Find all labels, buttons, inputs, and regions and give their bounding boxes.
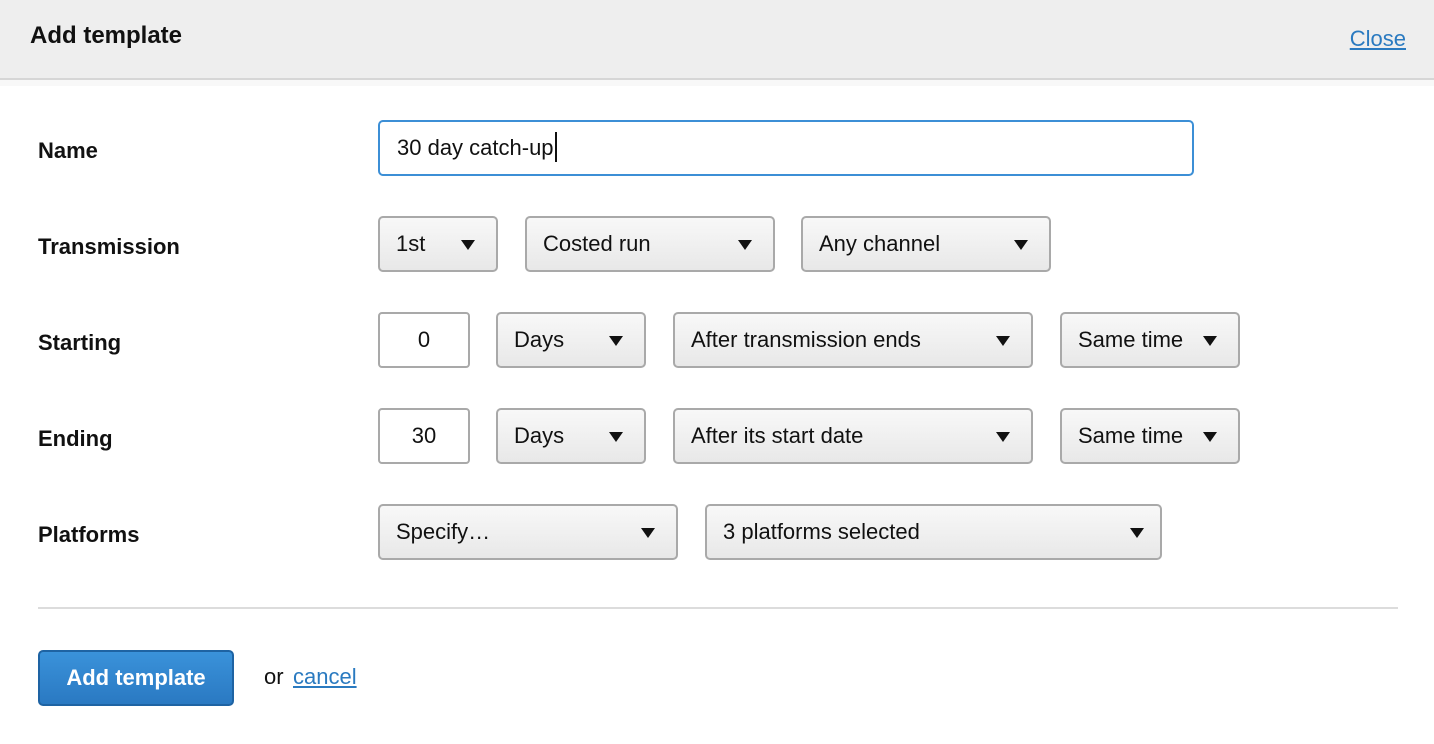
chevron-down-icon [996,432,1010,442]
run-type-value: Costed run [543,231,651,256]
channel-select[interactable]: Any channel [801,216,1051,272]
chevron-down-icon [609,432,623,442]
name-label: Name [38,138,98,163]
name-row: Name 30 day catch-up [0,120,1434,176]
footer-divider [38,607,1398,609]
chevron-down-icon [641,528,655,538]
ending-relative-select[interactable]: After its start date [673,408,1033,464]
ending-row: Ending 30 Days After its start date Same… [0,408,1434,464]
starting-relative-select[interactable]: After transmission ends [673,312,1033,368]
chevron-down-icon [738,240,752,250]
starting-time-select[interactable]: Same time [1060,312,1240,368]
chevron-down-icon [609,336,623,346]
chevron-down-icon [461,240,475,250]
occurrence-select[interactable]: 1st [378,216,498,272]
chevron-down-icon [1014,240,1028,250]
platforms-row: Platforms Specify… 3 platforms selected [0,504,1434,560]
starting-unit-value: Days [514,327,565,352]
close-link[interactable]: Close [1350,26,1406,52]
ending-relative-value: After its start date [691,423,864,448]
cancel-link[interactable]: cancel [293,664,357,690]
or-text: or [264,664,284,689]
starting-row: Starting 0 Days After transmission ends … [0,312,1434,368]
ending-label: Ending [38,426,113,451]
ending-time-value: Same time [1078,423,1184,448]
transmission-label: Transmission [38,234,180,259]
chevron-down-icon [1203,432,1217,442]
ending-unit-select[interactable]: Days [496,408,646,464]
name-value: 30 day catch-up [397,135,554,160]
add-template-button[interactable]: Add template [38,650,234,706]
starting-amount-input[interactable]: 0 [378,312,470,368]
occurrence-value: 1st [396,231,426,256]
name-input[interactable]: 30 day catch-up [378,120,1194,176]
starting-relative-value: After transmission ends [691,327,921,352]
chevron-down-icon [1203,336,1217,346]
ending-amount-input[interactable]: 30 [378,408,470,464]
platforms-selection-value: 3 platforms selected [723,519,920,544]
ending-unit-value: Days [514,423,565,448]
run-type-select[interactable]: Costed run [525,216,775,272]
chevron-down-icon [996,336,1010,346]
starting-time-value: Same time [1078,327,1184,352]
starting-unit-select[interactable]: Days [496,312,646,368]
header-shadow [0,80,1434,86]
dialog-header: Add template Close [0,0,1434,80]
dialog-title: Add template [30,22,183,49]
platforms-label: Platforms [38,522,140,547]
channel-value: Any channel [819,231,941,256]
ending-time-select[interactable]: Same time [1060,408,1240,464]
platforms-mode-select[interactable]: Specify… [378,504,678,560]
starting-label: Starting [38,330,122,355]
platforms-selection-select[interactable]: 3 platforms selected [705,504,1162,560]
transmission-row: Transmission 1st Costed run Any channel [0,216,1434,272]
chevron-down-icon [1130,528,1144,538]
text-caret [554,132,557,163]
platforms-mode-value: Specify… [396,519,491,544]
